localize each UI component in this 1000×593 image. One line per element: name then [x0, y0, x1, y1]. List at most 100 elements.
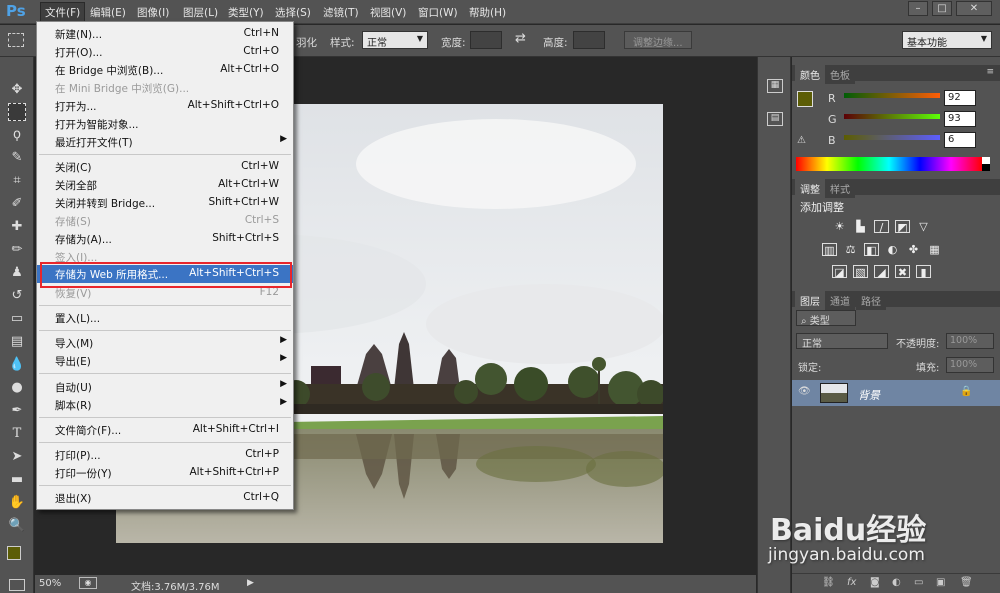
menu-item-print-one[interactable]: 打印一份(Y) Alt+Shift+Ctrl+P	[37, 464, 293, 482]
marquee-preset-icon[interactable]	[8, 33, 24, 47]
type-tool-icon[interactable]: T	[8, 425, 26, 443]
shape-tool-icon[interactable]: ▬	[8, 471, 26, 489]
tab-layers[interactable]: 图层	[795, 291, 825, 310]
invert-icon[interactable]: ◪	[832, 265, 847, 279]
width-input[interactable]	[470, 31, 502, 49]
tab-channels[interactable]: 通道	[825, 291, 855, 310]
color-lookup-icon[interactable]: ▦	[927, 243, 942, 256]
fg-color-swatch[interactable]	[797, 91, 813, 107]
swap-icon[interactable]: ⇄	[515, 31, 526, 46]
foreground-color-swatch[interactable]	[7, 546, 21, 560]
selective-color-icon[interactable]: ✖	[895, 265, 910, 279]
vibrance-icon[interactable]: ▽	[916, 220, 931, 233]
black-white-icon[interactable]: ◧	[864, 243, 879, 257]
eye-icon[interactable]: 👁	[798, 386, 811, 397]
adjustment-layer-icon[interactable]: ◐	[892, 577, 901, 588]
color-balance-icon[interactable]: ⚖	[843, 243, 858, 256]
menu-item-open-as[interactable]: 打开为... Alt+Shift+Ctrl+O	[37, 97, 293, 115]
history-panel-icon[interactable]: ▦	[767, 79, 783, 93]
quick-select-tool-icon[interactable]: ✎	[8, 149, 26, 167]
menu-item-exit[interactable]: 退出(X) Ctrl+Q	[37, 489, 293, 507]
height-input[interactable]	[573, 31, 605, 49]
panel-menu-icon[interactable]: ≡	[986, 67, 994, 77]
threshold-icon[interactable]: ◢	[874, 265, 889, 279]
eyedropper-tool-icon[interactable]: ✐	[8, 195, 26, 213]
layer-row-background[interactable]: 👁 背景 🔒	[792, 380, 1000, 406]
marquee-tool-icon[interactable]	[8, 103, 26, 121]
tab-paths[interactable]: 路径	[856, 291, 886, 310]
history-brush-tool-icon[interactable]: ↺	[8, 287, 26, 305]
zoom-level[interactable]: 50%	[39, 578, 61, 589]
brush-tool-icon[interactable]: ✏	[8, 241, 26, 259]
g-value[interactable]: 93	[944, 111, 976, 127]
properties-panel-icon[interactable]: ▤	[767, 112, 783, 126]
crop-tool-icon[interactable]: ⌗	[8, 172, 26, 190]
quick-mask-icon[interactable]	[9, 579, 25, 591]
menu-item-close-go-bridge[interactable]: 关闭并转到 Bridge... Shift+Ctrl+W	[37, 194, 293, 212]
gradient-tool-icon[interactable]: ▤	[8, 333, 26, 351]
menu-item-import[interactable]: 导入(M) ▶	[37, 334, 293, 352]
link-layers-icon[interactable]: ⛓	[822, 577, 835, 588]
posterize-icon[interactable]: ▧	[853, 265, 868, 279]
menu-filter[interactable]: 滤镜(T)	[323, 5, 359, 20]
opacity-value[interactable]: 100%	[946, 333, 994, 349]
zoom-tool-icon[interactable]: 🔍	[8, 517, 26, 535]
menu-item-save-as[interactable]: 存储为(A)... Shift+Ctrl+S	[37, 230, 293, 248]
channel-mixer-icon[interactable]: ✤	[906, 243, 921, 256]
tab-styles[interactable]: 样式	[825, 179, 855, 198]
gradient-map-icon[interactable]: ▮	[916, 265, 931, 279]
menu-edit[interactable]: 编辑(E)	[90, 5, 126, 20]
menu-image[interactable]: 图像(I)	[137, 5, 169, 20]
workspace-select[interactable]: 基本功能 ▼	[902, 31, 992, 49]
menu-window[interactable]: 窗口(W)	[418, 5, 458, 20]
curves-icon[interactable]: ∕	[874, 220, 889, 234]
menu-type[interactable]: 类型(Y)	[228, 5, 264, 20]
photo-filter-icon[interactable]: ◐	[885, 243, 900, 256]
mask-icon[interactable]: ◙	[870, 577, 880, 588]
menu-item-close-all[interactable]: 关闭全部 Alt+Ctrl+W	[37, 176, 293, 194]
b-slider[interactable]	[844, 135, 940, 140]
minimize-button[interactable]: –	[908, 1, 928, 16]
brightness-icon[interactable]: ☀	[832, 220, 847, 233]
dodge-tool-icon[interactable]: ●	[8, 379, 26, 397]
menu-item-open-smart-object[interactable]: 打开为智能对象...	[37, 115, 293, 133]
color-ramp[interactable]	[796, 157, 982, 171]
maximize-button[interactable]: □	[932, 1, 952, 16]
exposure-icon[interactable]: ◩	[895, 220, 910, 234]
new-layer-icon[interactable]: ▣	[936, 577, 945, 588]
menu-item-scripts[interactable]: 脚本(R) ▶	[37, 396, 293, 414]
menu-item-recent-files[interactable]: 最近打开文件(T) ▶	[37, 133, 293, 151]
g-slider[interactable]	[844, 114, 940, 119]
blend-mode-select[interactable]: 正常	[796, 333, 888, 350]
b-value[interactable]: 6	[944, 132, 976, 148]
menu-item-place[interactable]: 置入(L)...	[37, 309, 293, 327]
group-icon[interactable]: ▭	[914, 577, 923, 588]
menu-select[interactable]: 选择(S)	[275, 5, 311, 20]
lasso-tool-icon[interactable]: ϙ	[8, 126, 26, 144]
pen-tool-icon[interactable]: ✒	[8, 402, 26, 420]
menu-item-open[interactable]: 打开(O)... Ctrl+O	[37, 43, 293, 61]
trash-icon[interactable]: 🗑	[960, 577, 973, 588]
tab-adjustments[interactable]: 调整	[795, 179, 825, 198]
levels-icon[interactable]: ▙	[853, 220, 868, 233]
fill-value[interactable]: 100%	[946, 357, 994, 373]
fx-icon[interactable]: fx	[847, 577, 856, 588]
menu-item-close[interactable]: 关闭(C) Ctrl+W	[37, 158, 293, 176]
menu-layer[interactable]: 图层(L)	[183, 5, 218, 20]
menu-item-new[interactable]: 新建(N)... Ctrl+N	[37, 25, 293, 43]
menu-item-file-info[interactable]: 文件简介(F)... Alt+Shift+Ctrl+I	[37, 421, 293, 439]
tab-color[interactable]: 颜色	[795, 65, 825, 84]
layer-filter-select[interactable]: ⌕ 类型	[796, 310, 856, 327]
stamp-tool-icon[interactable]: ♟	[8, 264, 26, 282]
menu-item-automate[interactable]: 自动(U) ▶	[37, 378, 293, 396]
path-select-tool-icon[interactable]: ➤	[8, 448, 26, 466]
move-tool-icon[interactable]: ✥	[8, 81, 26, 99]
blur-tool-icon[interactable]: 💧	[8, 356, 26, 374]
hand-tool-icon[interactable]: ✋	[8, 494, 26, 512]
r-slider[interactable]	[844, 93, 940, 98]
status-menu-arrow-icon[interactable]: ▶	[247, 578, 254, 588]
close-button[interactable]: ✕	[956, 1, 992, 16]
eraser-tool-icon[interactable]: ▭	[8, 310, 26, 328]
tab-swatches[interactable]: 色板	[825, 65, 855, 84]
hue-saturation-icon[interactable]: ▥	[822, 243, 837, 257]
